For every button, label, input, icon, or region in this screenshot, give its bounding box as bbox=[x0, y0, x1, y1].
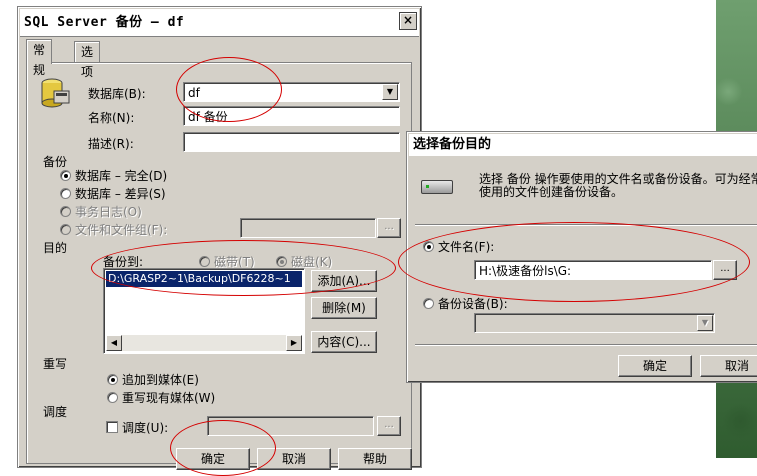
backup-group-label: 备份 bbox=[43, 155, 68, 169]
dialog-title: SQL Server 备份 — df bbox=[20, 9, 419, 37]
list-item[interactable]: D:\GRASP2~1\Backup\DF6228~1 bbox=[106, 271, 302, 287]
drive-icon bbox=[421, 180, 453, 194]
database-combo[interactable]: df ▼ bbox=[183, 82, 400, 102]
device-label: 备份设备(B): bbox=[438, 297, 508, 311]
overwrite-radio[interactable] bbox=[107, 392, 118, 403]
general-panel: 数据库(B): df ▼ 名称(N): df 备份 描述(R): 备份 数据库 … bbox=[26, 62, 412, 464]
filename-input[interactable]: H:\极速备份ls\G: bbox=[474, 260, 712, 280]
cancel-button[interactable]: 取消 bbox=[700, 355, 757, 377]
name-input[interactable]: df 备份 bbox=[183, 106, 400, 126]
name-value: df 备份 bbox=[188, 110, 228, 124]
database-icon bbox=[41, 78, 70, 108]
schedule-checkbox[interactable] bbox=[106, 421, 118, 433]
divider bbox=[415, 224, 757, 226]
tab-options[interactable]: 选项 bbox=[74, 41, 101, 79]
filegroup-browse-button: ... bbox=[377, 218, 401, 238]
chevron-down-icon[interactable]: ▼ bbox=[382, 84, 398, 100]
divider bbox=[415, 344, 757, 346]
schedule-checkbox-label: 调度(U): bbox=[122, 421, 169, 435]
backup-differential-radio[interactable] bbox=[60, 188, 71, 199]
backup-filegroup-radio bbox=[60, 224, 71, 235]
disk-radio bbox=[276, 256, 287, 267]
overwrite-group-label: 重写 bbox=[43, 357, 68, 371]
scroll-left-icon[interactable]: ◀ bbox=[106, 335, 122, 351]
schedule-group-label: 调度 bbox=[43, 405, 68, 419]
close-button[interactable]: × bbox=[399, 12, 417, 30]
add-button[interactable]: 添加(A)... bbox=[311, 270, 377, 292]
backup-filegroup-label: 文件和文件组(F): bbox=[75, 223, 168, 237]
backup-log-radio bbox=[60, 206, 71, 217]
filename-value: H:\极速备份ls\G: bbox=[479, 264, 572, 278]
description-input[interactable] bbox=[183, 132, 400, 152]
filename-radio[interactable] bbox=[423, 241, 434, 252]
schedule-input bbox=[207, 416, 374, 436]
filename-browse-button[interactable]: ... bbox=[713, 260, 737, 280]
tab-general[interactable]: 常规 bbox=[26, 39, 53, 77]
destination-list[interactable]: D:\GRASP2~1\Backup\DF6228~1 ◀ ▶ bbox=[103, 268, 305, 354]
contents-button[interactable]: 内容(C)... bbox=[311, 331, 377, 353]
dialog-title: 选择备份目的 bbox=[409, 134, 757, 156]
append-label: 追加到媒体(E) bbox=[122, 373, 199, 387]
database-label: 数据库(B): bbox=[88, 87, 146, 101]
tape-radio bbox=[199, 256, 210, 267]
filename-label: 文件名(F): bbox=[438, 240, 495, 254]
select-backup-destination-dialog: 选择备份目的 选择 备份 操作要使用的文件名或备份设备。可为经常 使用的文件创建… bbox=[406, 131, 757, 383]
overwrite-existing-label: 重写现有媒体(W) bbox=[122, 391, 216, 405]
remove-button[interactable]: 删除(M) bbox=[311, 297, 377, 319]
device-radio[interactable] bbox=[423, 298, 434, 309]
horizontal-scrollbar[interactable]: ◀ ▶ bbox=[106, 335, 302, 351]
backup-full-label: 数据库 – 完全(D) bbox=[75, 169, 168, 183]
description-text-line2: 使用的文件创建备份设备。 bbox=[479, 185, 624, 199]
filegroup-input bbox=[240, 218, 376, 238]
schedule-browse-button: ... bbox=[377, 416, 401, 436]
description-label: 描述(R): bbox=[88, 137, 134, 151]
backup-full-radio[interactable] bbox=[60, 170, 71, 181]
chevron-down-icon: ▼ bbox=[697, 315, 713, 331]
backup-differential-label: 数据库 – 差异(S) bbox=[75, 187, 166, 201]
scroll-right-icon[interactable]: ▶ bbox=[286, 335, 302, 351]
sql-server-backup-dialog: SQL Server 备份 — df × 常规 选项 数据库(B): df ▼ … bbox=[17, 6, 422, 470]
destination-group-label: 目的 bbox=[43, 241, 68, 255]
help-button[interactable]: 帮助 bbox=[338, 448, 412, 470]
ok-button[interactable]: 确定 bbox=[176, 448, 250, 470]
ok-button[interactable]: 确定 bbox=[618, 355, 692, 377]
backup-log-label: 事务日志(O) bbox=[75, 205, 142, 219]
append-radio[interactable] bbox=[107, 374, 118, 385]
device-combo: ▼ bbox=[474, 313, 715, 333]
name-label: 名称(N): bbox=[88, 111, 135, 125]
cancel-button[interactable]: 取消 bbox=[257, 448, 331, 470]
database-value: df bbox=[188, 86, 200, 100]
